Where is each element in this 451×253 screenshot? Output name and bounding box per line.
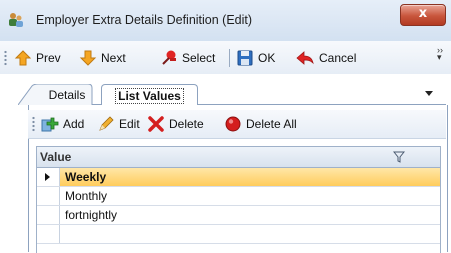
add-button[interactable]: Add xyxy=(41,115,84,133)
edit-button[interactable]: Edit xyxy=(97,115,140,133)
delete-x-icon xyxy=(148,116,164,132)
main-toolbar: Prev Next Select OK Cancel ›› ▾ xyxy=(0,41,451,75)
edit-pencil-icon xyxy=(99,116,114,131)
save-disk-icon xyxy=(237,50,253,66)
toolbar-overflow-icon[interactable]: ›› ▾ xyxy=(437,46,443,62)
tab-details-label: Details xyxy=(48,87,86,102)
delete-all-button[interactable]: Delete All xyxy=(224,115,297,133)
select-label: Select xyxy=(182,51,216,65)
add-plus-icon xyxy=(41,117,59,132)
prev-button[interactable]: Prev xyxy=(14,49,61,67)
delete-all-circle-icon xyxy=(225,116,241,132)
row-indicator[interactable] xyxy=(37,206,60,224)
next-button[interactable]: Next xyxy=(79,49,126,67)
value-cell[interactable]: Monthly xyxy=(65,189,107,203)
ok-button[interactable]: OK xyxy=(236,49,275,67)
prev-label: Prev xyxy=(36,51,61,65)
table-row[interactable]: Weekly xyxy=(37,168,440,187)
tab-list-values[interactable]: List Values xyxy=(101,84,198,106)
delete-button[interactable]: Delete xyxy=(147,115,204,133)
tab-menu-chevron-down-icon[interactable] xyxy=(425,91,433,96)
add-label: Add xyxy=(63,117,85,131)
filter-icon[interactable] xyxy=(393,151,405,163)
close-icon: x xyxy=(418,6,428,21)
ok-label: OK xyxy=(258,51,276,65)
title-bar: Employer Extra Details Definition (Edit)… xyxy=(0,0,451,42)
edit-label: Edit xyxy=(119,117,140,131)
table-row[interactable] xyxy=(37,225,440,244)
current-row-arrow-icon xyxy=(45,173,50,181)
delete-all-label: Delete All xyxy=(246,117,297,131)
select-button[interactable]: Select xyxy=(160,49,215,67)
up-arrow-icon xyxy=(14,50,32,66)
toolbar-separator xyxy=(229,49,230,67)
values-grid: Value Weekly Monthly fortnightly xyxy=(36,146,441,253)
tab-list-values-label: List Values xyxy=(115,87,184,104)
list-toolbar-grip[interactable] xyxy=(32,116,35,132)
cancel-label: Cancel xyxy=(319,51,357,65)
down-arrow-icon xyxy=(79,50,97,66)
back-arrow-icon xyxy=(296,51,314,65)
toolbar-grip[interactable] xyxy=(4,50,7,66)
delete-label: Delete xyxy=(169,117,204,131)
table-row[interactable]: Monthly xyxy=(37,187,440,206)
row-indicator[interactable] xyxy=(37,187,60,205)
next-label: Next xyxy=(101,51,126,65)
value-cell[interactable]: Weekly xyxy=(65,170,106,184)
grid-header: Value xyxy=(37,147,440,168)
table-row[interactable]: fortnightly xyxy=(37,206,440,225)
cancel-button[interactable]: Cancel xyxy=(295,49,356,67)
select-pin-icon xyxy=(162,50,176,65)
column-header-value[interactable]: Value xyxy=(40,150,71,164)
list-toolbar: Add Edit Delete Delete All xyxy=(28,110,446,139)
tab-details[interactable]: Details xyxy=(18,84,104,105)
app-users-icon xyxy=(9,13,23,27)
value-cell[interactable]: fortnightly xyxy=(65,208,117,222)
row-indicator[interactable] xyxy=(37,225,60,243)
row-indicator[interactable] xyxy=(37,168,60,186)
close-button[interactable]: x xyxy=(400,4,446,26)
window-title: Employer Extra Details Definition (Edit) xyxy=(36,13,253,27)
